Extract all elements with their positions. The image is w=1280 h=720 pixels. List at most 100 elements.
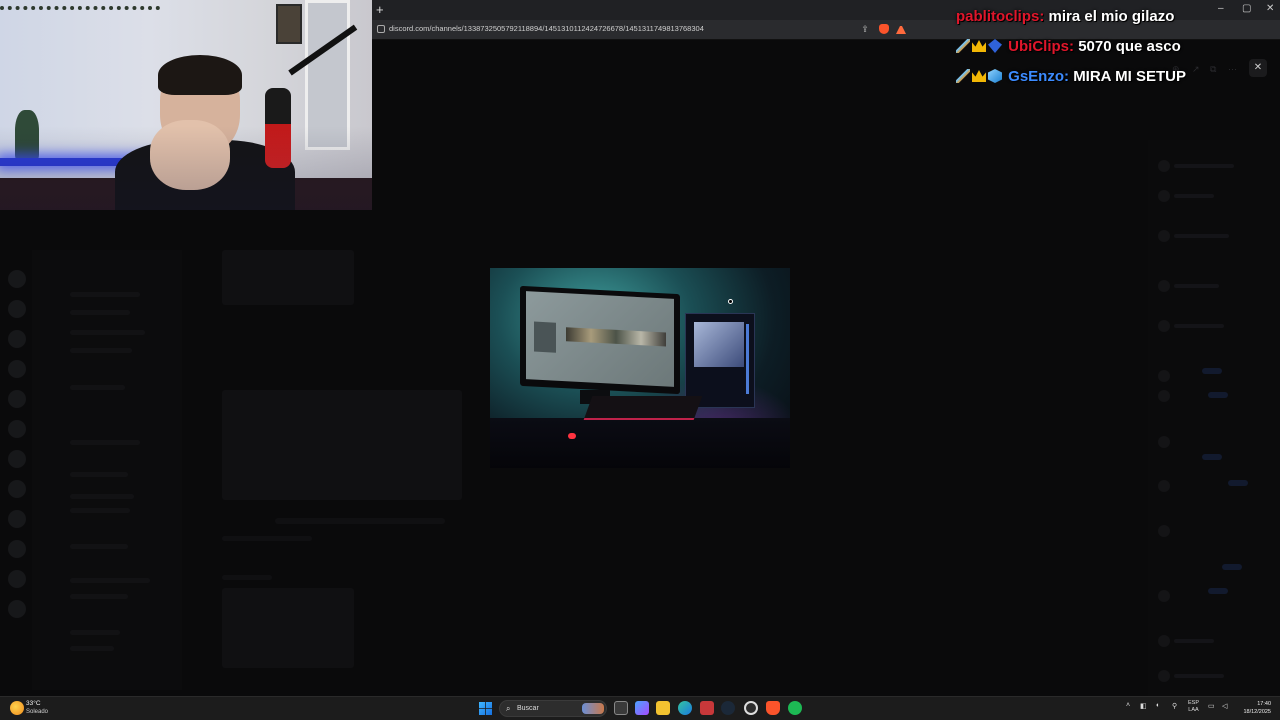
- steam-icon[interactable]: [721, 701, 735, 715]
- calendar-app-icon[interactable]: [700, 701, 714, 715]
- channel-item[interactable]: [70, 578, 150, 583]
- attachment-image[interactable]: [222, 250, 354, 305]
- monitor: [520, 285, 680, 395]
- chat-text: 5070 que asco: [1078, 38, 1181, 55]
- share-icon[interactable]: ⇪: [860, 24, 870, 34]
- message-text: [275, 518, 445, 524]
- channel-item[interactable]: [70, 440, 140, 445]
- chat-message: UbiClips: 5070 que asco: [956, 36, 1276, 66]
- mouse: [568, 433, 576, 439]
- member-name: [1174, 234, 1229, 238]
- member-avatar[interactable]: [1158, 190, 1170, 202]
- member-avatar[interactable]: [1158, 370, 1170, 382]
- tray-app-icon[interactable]: ◧: [1140, 702, 1147, 710]
- brave-icon[interactable]: [766, 701, 780, 715]
- search-placeholder: Buscar: [517, 705, 539, 712]
- server-icon[interactable]: [8, 570, 26, 588]
- server-icon[interactable]: [8, 510, 26, 528]
- brave-rewards-icon[interactable]: [896, 24, 906, 34]
- start-icon[interactable]: [479, 702, 492, 715]
- crown-badge-icon: [972, 70, 986, 82]
- weather-temperature[interactable]: 33°C: [26, 700, 41, 707]
- server-list: [0, 250, 32, 690]
- weather-description[interactable]: Soleado: [26, 709, 48, 715]
- server-icon[interactable]: [8, 330, 26, 348]
- pc-window: [694, 322, 744, 367]
- screen-thumbnails: [566, 327, 666, 347]
- server-icon[interactable]: [8, 480, 26, 498]
- server-icon[interactable]: [8, 300, 26, 318]
- server-icon[interactable]: [8, 360, 26, 378]
- member-avatar[interactable]: [1158, 670, 1170, 682]
- tray-overflow-icon[interactable]: ˄: [1126, 702, 1130, 709]
- microphone-tray-icon[interactable]: ⚲: [1172, 702, 1177, 710]
- member-role-pill: [1222, 564, 1242, 570]
- clock[interactable]: 17:40 18/12/2025: [1237, 700, 1271, 716]
- member-avatar[interactable]: [1158, 525, 1170, 537]
- channel-item[interactable]: [70, 630, 120, 635]
- site-info-icon[interactable]: [377, 25, 385, 33]
- server-icon[interactable]: [8, 600, 26, 618]
- search-icon: ⌕: [506, 704, 511, 713]
- obs-icon[interactable]: [744, 701, 758, 715]
- channel-item[interactable]: [70, 544, 128, 549]
- channel-item[interactable]: [70, 385, 125, 390]
- attachment-image[interactable]: [222, 588, 354, 668]
- channel-item[interactable]: [70, 594, 128, 599]
- address-url[interactable]: discord.com/channels/1338732505792118894…: [389, 24, 704, 33]
- cube-badge-icon: [988, 69, 1002, 83]
- member-avatar[interactable]: [1158, 160, 1170, 172]
- image-preview[interactable]: [490, 268, 790, 468]
- language-indicator[interactable]: ESP LAA: [1188, 700, 1199, 714]
- brave-shield-icon[interactable]: [879, 24, 889, 34]
- channel-item[interactable]: [70, 310, 130, 315]
- member-avatar[interactable]: [1158, 230, 1170, 242]
- task-view-icon[interactable]: [614, 701, 628, 715]
- chat-username: GsEnzo:: [1008, 68, 1070, 85]
- member-avatar[interactable]: [1158, 436, 1170, 448]
- taskbar: 33°C Soleado ⌕ Buscar ˄ ◧ ◐ ⚲ ESP LAA ▭ …: [0, 696, 1280, 720]
- spotify-icon[interactable]: [788, 701, 802, 715]
- member-avatar[interactable]: [1158, 390, 1170, 402]
- member-avatar[interactable]: [1158, 320, 1170, 332]
- server-icon[interactable]: [8, 390, 26, 408]
- file-explorer-icon[interactable]: [656, 701, 670, 715]
- server-icon[interactable]: [8, 450, 26, 468]
- channel-item[interactable]: [70, 292, 140, 297]
- keyboard: [583, 396, 703, 420]
- volume-icon[interactable]: ◁: [1222, 702, 1227, 710]
- member-name: [1174, 194, 1214, 198]
- channel-item[interactable]: [70, 494, 134, 499]
- member-avatar[interactable]: [1158, 635, 1170, 647]
- network-icon[interactable]: ▭: [1208, 702, 1215, 710]
- channel-item[interactable]: [70, 646, 114, 651]
- widgets-icon[interactable]: [635, 701, 649, 715]
- member-avatar[interactable]: [1158, 280, 1170, 292]
- gem-badge-icon: [988, 39, 1002, 53]
- taskbar-search[interactable]: ⌕ Buscar: [499, 700, 607, 717]
- server-icon[interactable]: [8, 420, 26, 438]
- screen-sidebar: [534, 321, 556, 353]
- member-avatar[interactable]: [1158, 480, 1170, 492]
- channel-item[interactable]: [70, 348, 132, 353]
- channel-item[interactable]: [70, 330, 145, 335]
- server-icon[interactable]: [8, 540, 26, 558]
- keyboard-layout-code: LAA: [1188, 707, 1199, 713]
- desk: [490, 418, 790, 468]
- chat-text: MIRA MI SETUP: [1073, 68, 1186, 85]
- channel-item[interactable]: [70, 508, 130, 513]
- crown-badge-icon: [972, 40, 986, 52]
- tray-app-icon[interactable]: ◐: [1156, 702, 1160, 709]
- edge-icon[interactable]: [678, 701, 692, 715]
- server-icon[interactable]: [8, 270, 26, 288]
- sword-badge-icon: [956, 69, 970, 83]
- channel-item[interactable]: [70, 472, 128, 477]
- attachment-image[interactable]: [222, 390, 462, 500]
- new-tab-button[interactable]: +: [376, 2, 384, 17]
- member-avatar[interactable]: [1158, 590, 1170, 602]
- weather-sun-icon[interactable]: [10, 701, 24, 715]
- clock-date: 18/12/2025: [1243, 709, 1271, 715]
- clock-time: 17:40: [1257, 701, 1271, 707]
- channel-list: [32, 250, 182, 690]
- member-role-pill: [1202, 454, 1222, 460]
